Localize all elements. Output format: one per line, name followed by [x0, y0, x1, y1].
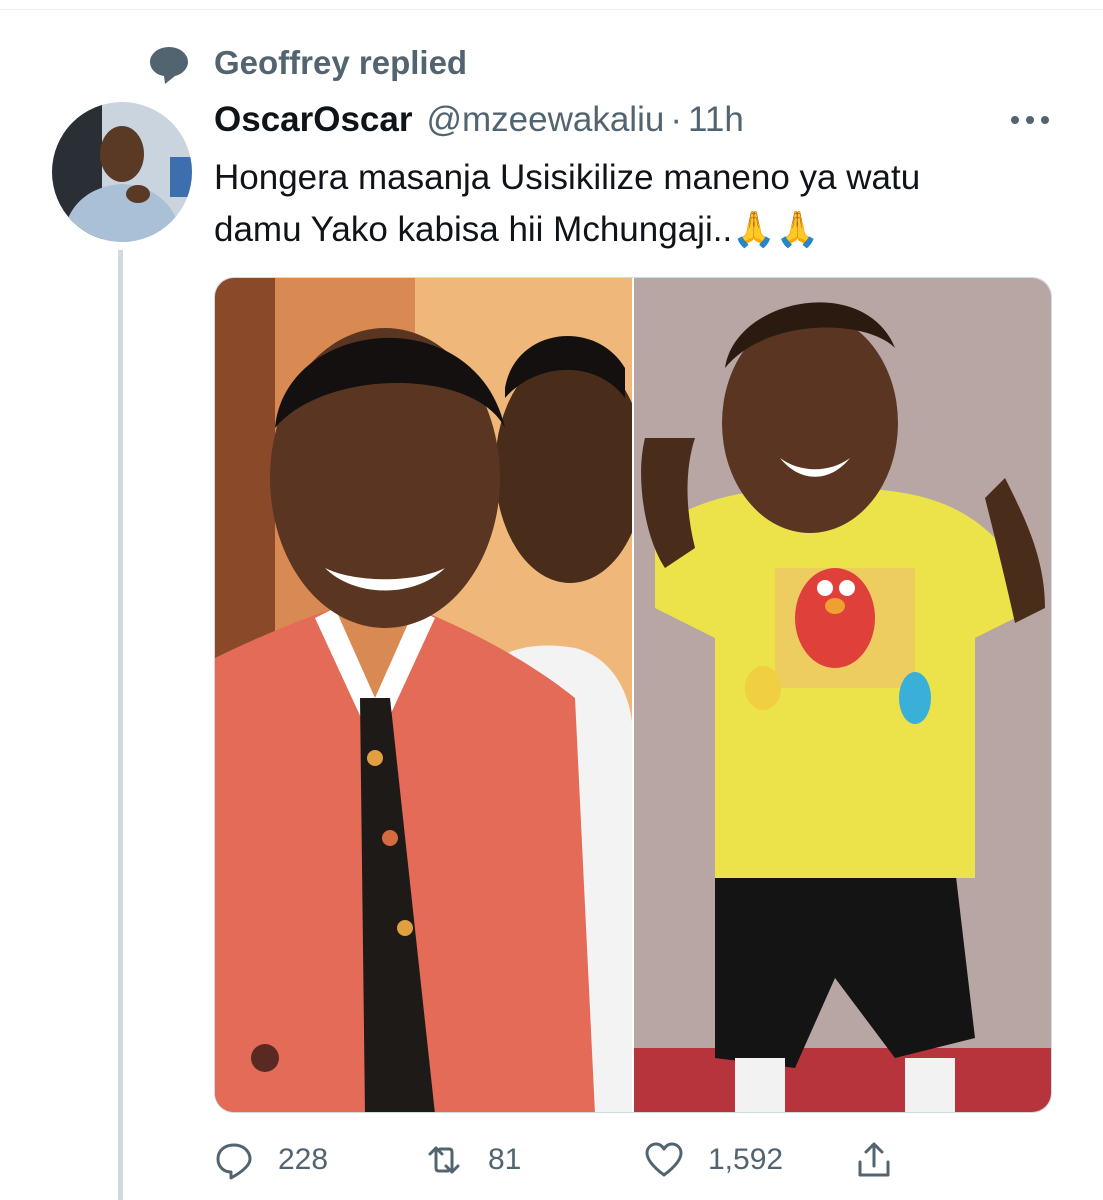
tweet-actions: 228 81 1,592	[214, 1135, 914, 1185]
top-divider	[0, 0, 1103, 10]
tweet-text: Hongera masanja Usisikilize maneno ya wa…	[214, 152, 1074, 256]
display-name[interactable]: OscarOscar	[214, 100, 412, 140]
like-button[interactable]: 1,592	[644, 1135, 783, 1185]
thread-line	[118, 250, 123, 1200]
tweet-header: OscarOscar @mzeewakaliu · 11h	[214, 100, 744, 144]
photo-right[interactable]	[633, 278, 1052, 1113]
reply-count: 228	[278, 1143, 329, 1176]
timestamp[interactable]: 11h	[688, 100, 744, 140]
user-handle[interactable]: @mzeewakaliu	[426, 100, 664, 140]
reply-icon	[216, 1143, 252, 1180]
retweet-button[interactable]: 81	[424, 1135, 521, 1185]
tweet-text-line-2: damu Yako kabisa hii Mchungaji..🙏🙏	[214, 210, 820, 249]
share-icon	[858, 1142, 890, 1177]
tweet-media[interactable]	[214, 277, 1052, 1113]
separator-dot: ·	[670, 100, 682, 139]
photo-left[interactable]	[215, 278, 645, 1113]
heart-icon	[645, 1142, 683, 1177]
more-options-button[interactable]	[1008, 110, 1052, 130]
social-context[interactable]: Geoffrey replied	[148, 40, 467, 90]
avatar[interactable]	[52, 102, 192, 242]
social-context-label: Geoffrey replied	[214, 44, 468, 81]
speech-bubble-icon	[150, 47, 188, 84]
like-count: 1,592	[708, 1143, 784, 1176]
reply-button[interactable]: 228	[214, 1135, 328, 1185]
share-button[interactable]	[854, 1135, 894, 1185]
retweet-icon	[428, 1146, 460, 1174]
tweet-text-line-1: Hongera masanja Usisikilize maneno ya wa…	[214, 158, 921, 197]
retweet-count: 81	[488, 1143, 522, 1176]
more-dots-icon	[1011, 116, 1049, 124]
